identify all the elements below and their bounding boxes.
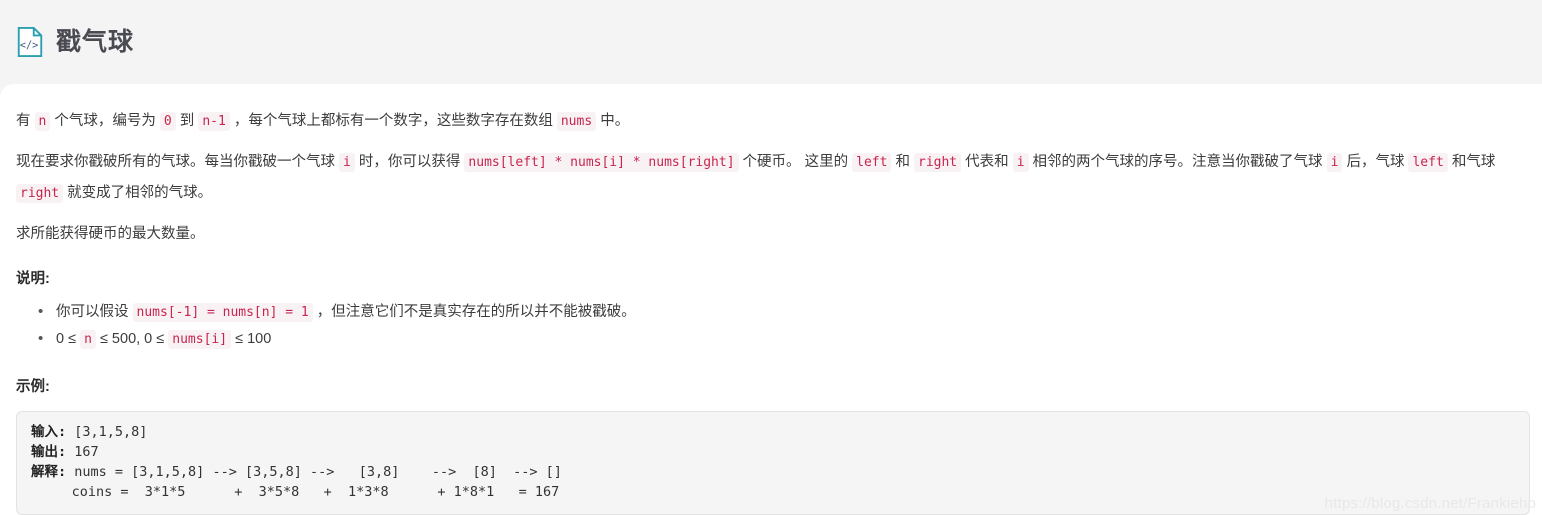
inline-code: i xyxy=(339,153,355,172)
inline-code: nums xyxy=(556,112,597,131)
note-item: 你可以假设 nums[-1] = nums[n] = 1 ，但注意它们不是真实存… xyxy=(38,299,1526,326)
paragraph-intro: 有 n 个气球，编号为 0 到 n-1 ，每个气球上都标有一个数字，这些数字存在… xyxy=(16,112,630,131)
page-header: </> 戳气球 xyxy=(0,0,1542,84)
note-item: 0 ≤ n ≤ 500, 0 ≤ nums[i] ≤ 100 xyxy=(38,326,1526,353)
page-title: 戳气球 xyxy=(56,27,135,56)
svg-text:</>: </> xyxy=(20,40,39,52)
inline-code: left xyxy=(1408,153,1448,172)
inline-code: nums[-1] = nums[n] = 1 xyxy=(132,303,313,322)
inline-code: 0 xyxy=(159,112,176,131)
paragraph-rules: 现在要求你戳破所有的气球。每当你戳破一个气球 i 时，你可以获得 nums[le… xyxy=(16,153,1496,203)
inline-code: n xyxy=(80,330,96,349)
notes-heading: 说明: xyxy=(16,271,50,287)
inline-code: left xyxy=(852,153,892,172)
inline-code: i xyxy=(1012,153,1029,172)
inline-code: nums[i] xyxy=(168,330,232,349)
example-heading: 示例: xyxy=(16,379,50,395)
inline-code: i xyxy=(1326,153,1343,172)
inline-code: right xyxy=(16,184,64,203)
notes-list: 你可以假设 nums[-1] = nums[n] = 1 ，但注意它们不是真实存… xyxy=(16,299,1526,353)
example-code-block: 输入: [3,1,5,8] 输出: 167 解释: nums = [3,1,5,… xyxy=(16,411,1530,515)
inline-code: right xyxy=(914,153,962,172)
code-file-icon: </> xyxy=(17,27,43,57)
inline-code: n xyxy=(34,112,51,131)
inline-code: nums[left] * nums[i] * nums[right] xyxy=(464,153,739,172)
inline-code: n-1 xyxy=(198,112,230,131)
paragraph-goal: 求所能获得硬币的最大数量。 xyxy=(16,226,205,242)
content-card: 有 n 个气球，编号为 0 到 n-1 ，每个气球上都标有一个数字，这些数字存在… xyxy=(0,84,1542,515)
